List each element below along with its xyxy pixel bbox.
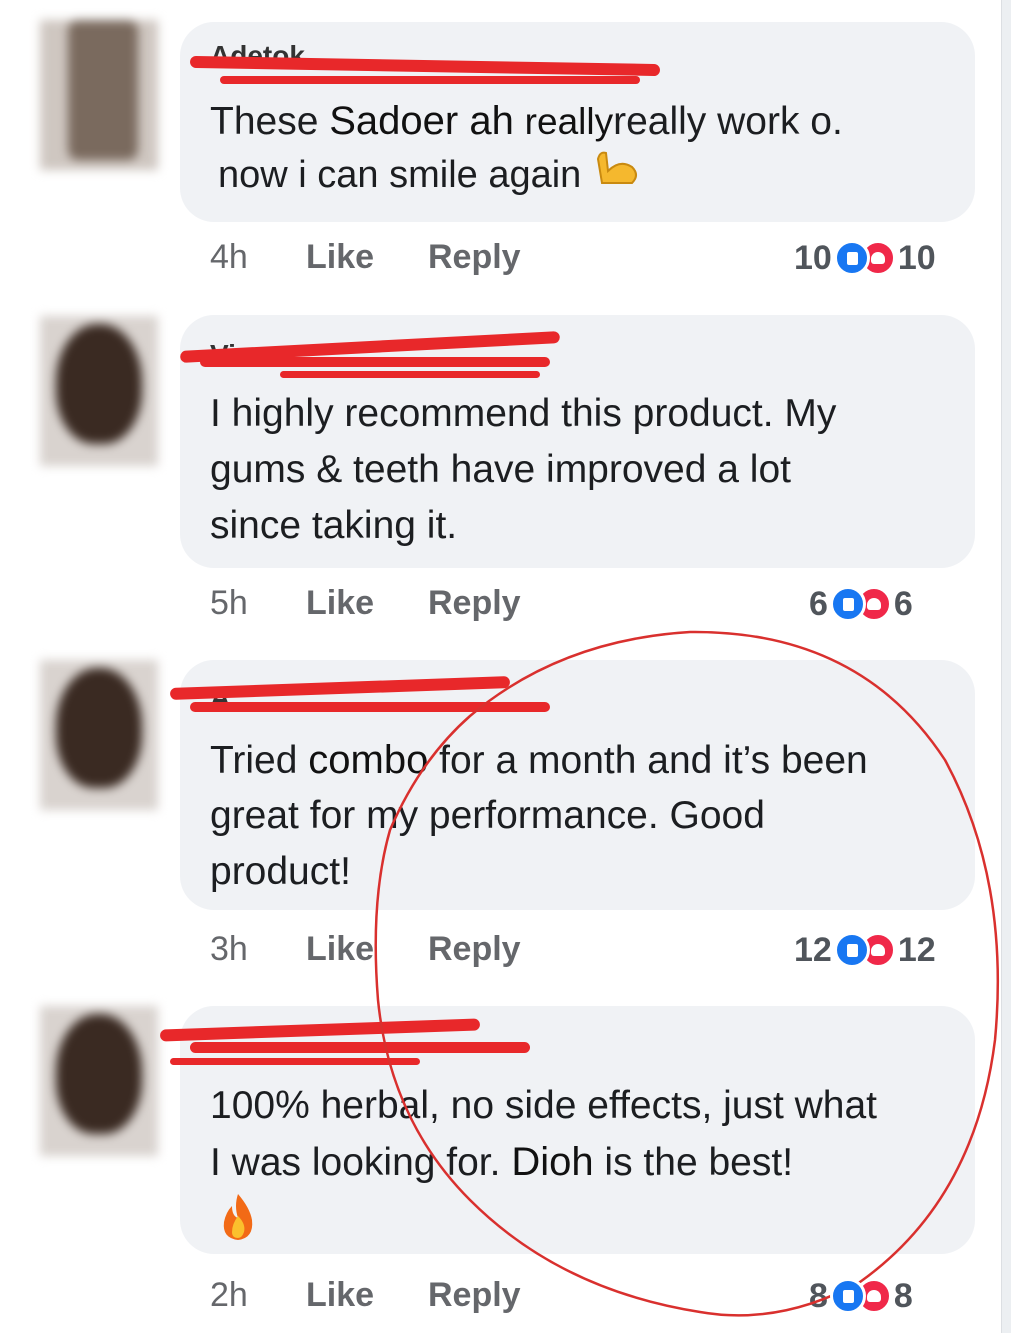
fire-icon [216,1192,260,1247]
reply-button[interactable]: Reply [428,1276,521,1315]
reaction-summary[interactable]: 8 8 [807,1274,915,1318]
reply-button[interactable]: Reply [428,584,521,623]
comment-time[interactable]: 5h [210,584,248,623]
comment-bubble: Vi I highly recommend this product. My g… [179,315,975,568]
like-reaction-icon [829,586,866,622]
flexed-biceps-icon [592,149,646,204]
love-count: 10 [897,238,936,277]
comment-text: product! [210,850,351,893]
like-button[interactable]: Like [306,1276,374,1315]
redaction-scribble [220,76,640,84]
redaction-scribble [190,702,550,712]
redaction-scribble [169,676,511,700]
love-count: 6 [893,584,913,623]
comment-text: now i can smile again [218,148,646,204]
reply-button[interactable]: Reply [428,930,521,969]
reply-button[interactable]: Reply [428,238,521,277]
love-count: 12 [897,930,936,969]
comment-time[interactable]: 4h [210,238,248,277]
comment-text: great for my performance. Good [210,794,765,837]
comment-text: 100% herbal, no side effects, just what [210,1084,878,1127]
comment-text: Tried combo for a month and it’s been [210,738,868,782]
comment-bubble: A Tried combo for a month and it’s been … [169,660,975,910]
comment-bubble: Adetok These Sadoer ah reallyreally work… [180,22,975,222]
reaction-summary[interactable]: 12 12 [792,928,938,972]
comment-text: I was looking for. Dioh is the best! [210,1140,794,1184]
like-count: 6 [809,584,828,623]
comment-text: I highly recommend this product. My [210,392,837,435]
like-button[interactable]: Like [306,930,374,969]
avatar[interactable] [40,1006,158,1156]
avatar[interactable] [40,316,158,466]
redaction-scribble [170,1058,420,1065]
redaction-scribble [190,1042,530,1053]
redaction-scribble [189,55,661,77]
love-count: 8 [893,1276,913,1315]
like-count: 12 [794,930,832,969]
like-button[interactable]: Like [306,238,374,277]
like-count: 10 [794,238,832,277]
comment-bubble: 100% herbal, no side effects, just what … [159,1006,975,1254]
comment-text: gums & teeth have improved a lot [210,448,791,491]
scrollbar-edge [1001,0,1011,1333]
redaction-scribble [159,1018,481,1042]
comment-text: These Sadoer ah reallyreally work o. [210,99,843,143]
redaction-scribble [280,371,540,378]
reaction-summary[interactable]: 10 10 [792,236,938,280]
avatar[interactable] [40,20,158,170]
like-reaction-icon [833,240,870,276]
comment-text: since taking it. [210,504,458,547]
like-reaction-icon [833,932,870,968]
avatar[interactable] [40,660,158,810]
like-button[interactable]: Like [306,584,374,623]
comment-time[interactable]: 3h [210,930,248,969]
comment-time[interactable]: 2h [210,1276,248,1315]
reaction-summary[interactable]: 6 6 [807,582,915,626]
redaction-scribble [200,357,550,367]
like-reaction-icon [829,1278,866,1314]
like-count: 8 [809,1276,828,1315]
